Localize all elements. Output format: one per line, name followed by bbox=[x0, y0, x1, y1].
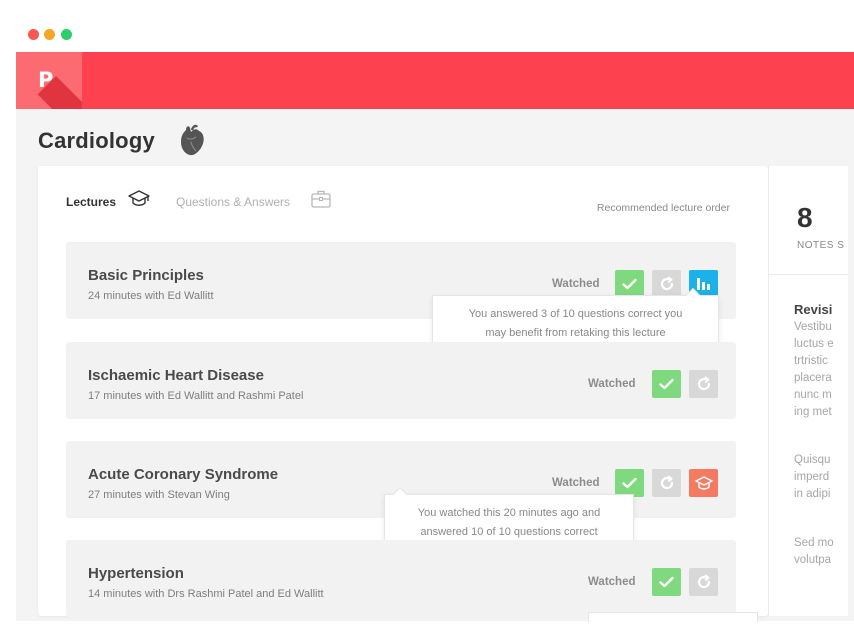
replay-button[interactable] bbox=[652, 270, 681, 298]
revision-text-line: ing met bbox=[794, 406, 832, 418]
tooltip-line: You watched this 20 minutes ago and bbox=[417, 507, 601, 519]
watched-label: Watched bbox=[552, 477, 600, 489]
lecture-row[interactable]: Ischaemic Heart Disease 17 minutes with … bbox=[66, 342, 736, 419]
lecture-subtitle: 14 minutes with Drs Rashmi Patel and Ed … bbox=[88, 588, 324, 600]
replay-icon bbox=[697, 376, 710, 391]
lecture-title: Basic Principles bbox=[88, 267, 204, 284]
revision-text-line: imperd bbox=[794, 471, 830, 483]
watched-label: Watched bbox=[588, 576, 636, 588]
revision-text-line: Sed mo bbox=[794, 537, 834, 549]
revision-text-line: placera bbox=[794, 372, 832, 384]
close-window-button[interactable] bbox=[28, 29, 39, 40]
watched-label: Watched bbox=[588, 378, 636, 390]
divider bbox=[769, 274, 848, 275]
tooltip-line: may benefit from retaking this lecture bbox=[485, 327, 666, 339]
recommended-order-label: Recommended lecture order bbox=[596, 202, 730, 214]
revision-text-line: Quisqu bbox=[794, 454, 831, 466]
logo-letter: P bbox=[38, 68, 54, 92]
watched-check-button[interactable] bbox=[615, 270, 644, 298]
revision-text-line: nunc m bbox=[794, 389, 832, 401]
quiz-button[interactable] bbox=[689, 469, 718, 497]
notes-count: 8 bbox=[797, 202, 813, 233]
app-logo[interactable]: P bbox=[16, 52, 82, 109]
partial-tooltip bbox=[588, 612, 758, 622]
bar-chart-icon bbox=[696, 278, 710, 290]
briefcase-icon bbox=[311, 190, 331, 208]
lecture-row[interactable]: Hypertension 14 minutes with Drs Rashmi … bbox=[66, 540, 736, 617]
lecture-subtitle: 24 minutes with Ed Wallitt bbox=[88, 290, 214, 302]
page-title: Cardiology bbox=[38, 128, 155, 153]
tooltip-line: You answered 3 of 10 questions correct y… bbox=[468, 308, 683, 320]
lecture-title: Ischaemic Heart Disease bbox=[88, 367, 264, 384]
graduation-cap-icon bbox=[694, 475, 713, 490]
check-icon bbox=[622, 477, 637, 489]
minimize-window-button[interactable] bbox=[44, 29, 55, 40]
check-icon bbox=[659, 378, 674, 390]
replay-button[interactable] bbox=[689, 370, 718, 398]
replay-icon bbox=[660, 276, 673, 291]
lecture-subtitle: 27 minutes with Stevan Wing bbox=[88, 489, 230, 501]
lectures-panel: Lectures Questions & Answers Recommended… bbox=[38, 166, 768, 617]
notes-sidebar: 8 NOTES S Revisi Vestibu luctus e trtris… bbox=[768, 166, 848, 616]
revision-heading: Revisi bbox=[794, 302, 833, 317]
notes-label: NOTES S bbox=[797, 240, 845, 251]
check-icon bbox=[622, 278, 637, 290]
lecture-title: Acute Coronary Syndrome bbox=[88, 466, 279, 483]
watched-check-button[interactable] bbox=[615, 469, 644, 497]
watched-label: Watched bbox=[552, 278, 600, 290]
revision-text-line: in adipi bbox=[794, 488, 831, 500]
revision-text-line: luctus e bbox=[794, 338, 834, 350]
revision-text-line: volutpa bbox=[794, 554, 832, 566]
replay-icon bbox=[697, 574, 710, 589]
revision-text-line: trtristic bbox=[794, 355, 828, 367]
heart-icon bbox=[181, 124, 204, 156]
revision-text-line: Vestibu bbox=[794, 321, 832, 333]
lecture-title: Hypertension bbox=[88, 565, 184, 582]
graduation-cap-icon bbox=[128, 190, 150, 206]
app-header: P bbox=[16, 52, 854, 109]
tab-questions-answers[interactable]: Questions & Answers bbox=[176, 195, 290, 209]
replay-button[interactable] bbox=[652, 469, 681, 497]
tab-lectures[interactable]: Lectures bbox=[66, 195, 116, 209]
window-titlebar bbox=[16, 18, 854, 52]
watched-check-button[interactable] bbox=[652, 568, 681, 596]
replay-button[interactable] bbox=[689, 568, 718, 596]
maximize-window-button[interactable] bbox=[61, 29, 72, 40]
replay-icon bbox=[660, 475, 673, 490]
watched-check-button[interactable] bbox=[652, 370, 681, 398]
lecture-subtitle: 17 minutes with Ed Wallitt and Rashmi Pa… bbox=[88, 390, 304, 402]
check-icon bbox=[659, 576, 674, 588]
